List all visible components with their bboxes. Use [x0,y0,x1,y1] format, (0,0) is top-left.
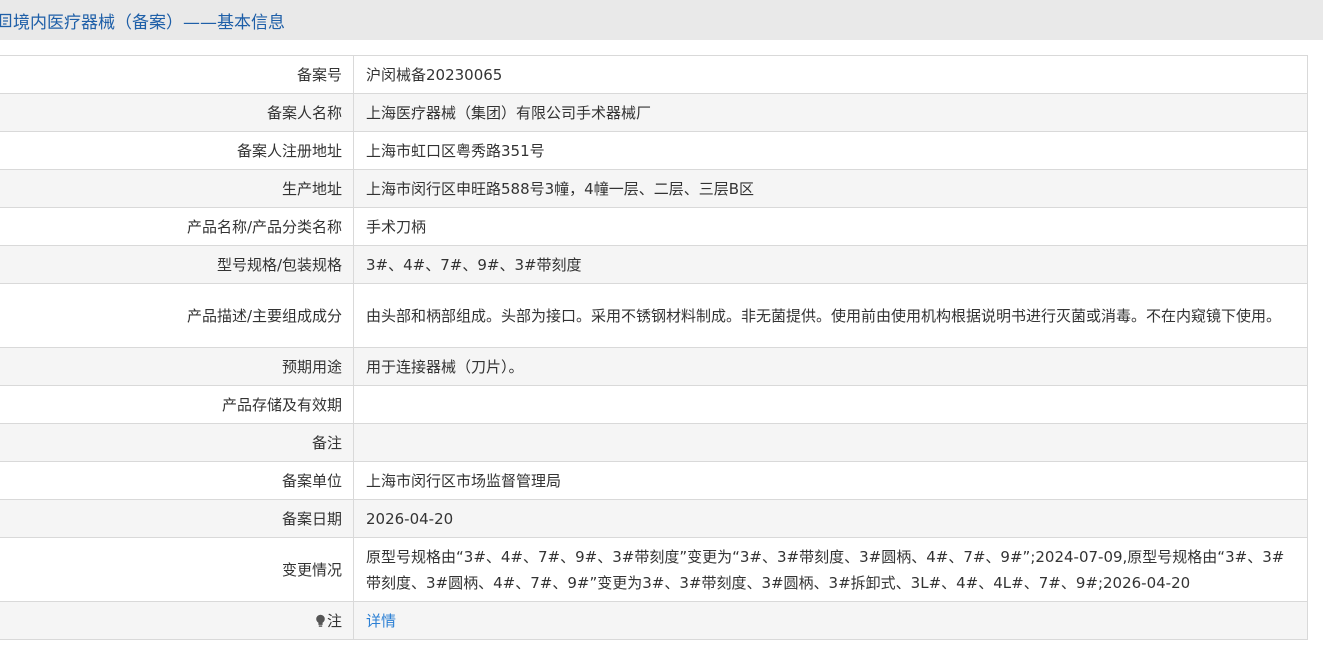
row-value-registrant-name: 上海医疗器械（集团）有限公司手术器械厂 [353,93,1308,132]
row-label-change-history: 变更情况 [0,537,354,602]
row-label-production-address: 生产地址 [0,169,354,208]
row-value-change-history: 原型号规格由“3#、4#、7#、9#、3#带刻度”变更为“3#、3#带刻度、3#… [353,537,1308,602]
details-link[interactable]: 详情 [366,612,396,630]
table-row: 产品名称/产品分类名称 手术刀柄 [0,207,1308,246]
row-value-product-name: 手术刀柄 [353,207,1308,246]
row-value-intended-use: 用于连接器械（刀片）。 [353,347,1308,386]
row-label-storage-validity: 产品存储及有效期 [0,385,354,424]
table-row: 备案号 沪闵械备20230065 [0,55,1308,94]
row-value-model-spec: 3#、4#、7#、9#、3#带刻度 [353,245,1308,284]
row-value-product-description: 由头部和柄部组成。头部为接口。采用不锈钢材料制成。非无菌提供。使用前由使用机构根… [353,283,1308,348]
table-row: 产品存储及有效期 [0,385,1308,424]
row-label-record-unit: 备案单位 [0,461,354,500]
row-label-record-number: 备案号 [0,55,354,94]
table-row: 变更情况 原型号规格由“3#、4#、7#、9#、3#带刻度”变更为“3#、3#带… [0,537,1308,602]
note-label: 注 [326,611,342,630]
table-row: 备案日期 2026-04-20 [0,499,1308,538]
row-value-production-address: 上海市闵行区申旺路588号3幢，4幢一层、二层、三层B区 [353,169,1308,208]
table-row: 备案单位 上海市闵行区市场监督管理局 [0,461,1308,500]
row-value-storage-validity [353,385,1308,424]
row-value-record-unit: 上海市闵行区市场监督管理局 [353,461,1308,500]
row-value-remarks [353,423,1308,462]
row-label-record-date: 备案日期 [0,499,354,538]
row-value-registrant-address: 上海市虹口区粤秀路351号 [353,131,1308,170]
row-label-product-description: 产品描述/主要组成成分 [0,283,354,348]
table-row: 注 详情 [0,601,1308,640]
row-label-intended-use: 预期用途 [0,347,354,386]
row-label-model-spec: 型号规格/包装规格 [0,245,354,284]
row-label-product-name: 产品名称/产品分类名称 [0,207,354,246]
row-label-note: 注 [0,601,354,640]
document-icon [0,13,12,27]
page-header: 境内医疗器械（备案）——基本信息 [0,0,1323,40]
table-row: 型号规格/包装规格 3#、4#、7#、9#、3#带刻度 [0,245,1308,284]
lightbulb-icon [316,614,325,627]
row-label-registrant-address: 备案人注册地址 [0,131,354,170]
table-row: 备注 [0,423,1308,462]
basic-info-table: 备案号 沪闵械备20230065 备案人名称 上海医疗器械（集团）有限公司手术器… [0,55,1308,640]
row-value-note: 详情 [353,601,1308,640]
row-label-registrant-name: 备案人名称 [0,93,354,132]
table-row: 预期用途 用于连接器械（刀片）。 [0,347,1308,386]
row-value-record-date: 2026-04-20 [353,499,1308,538]
row-value-record-number: 沪闵械备20230065 [353,55,1308,94]
table-row: 生产地址 上海市闵行区申旺路588号3幢，4幢一层、二层、三层B区 [0,169,1308,208]
table-row: 备案人注册地址 上海市虹口区粤秀路351号 [0,131,1308,170]
table-row: 备案人名称 上海医疗器械（集团）有限公司手术器械厂 [0,93,1308,132]
table-row: 产品描述/主要组成成分 由头部和柄部组成。头部为接口。采用不锈钢材料制成。非无菌… [0,283,1308,348]
page-title: 境内医疗器械（备案）——基本信息 [13,12,285,33]
row-label-remarks: 备注 [0,423,354,462]
